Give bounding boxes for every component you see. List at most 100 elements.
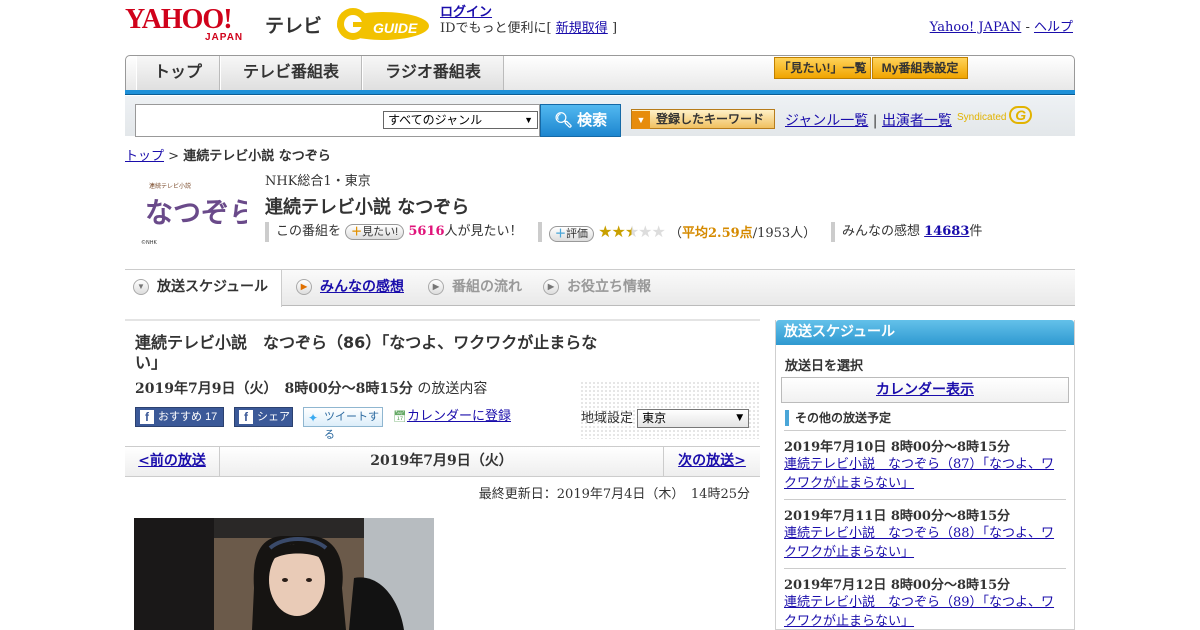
program-logo-title: なつぞら [145, 196, 247, 229]
episode-date: 2019年7月9日（火） 8時00分～8時15分 [135, 381, 413, 397]
schedule-item-date: 2019年7月10日 8時00分～8時15分 [784, 440, 1011, 455]
nav-tab-tv-schedule[interactable]: テレビ番組表 [220, 56, 362, 92]
subtab-impressions[interactable]: ▶ みんなの感想 [288, 270, 418, 305]
star-empty-icon: ★ [638, 222, 652, 241]
plus-icon: ＋ [555, 228, 566, 240]
select-day-label: 放送日を選択 [785, 359, 864, 374]
nav-tab-radio-schedule[interactable]: ラジオ番組表 [362, 56, 504, 92]
calendar-register-link[interactable]: カレンダーに登録 [407, 408, 511, 423]
want-to-watch-stat: この番組を ＋見たい! 5616人が見たい！ [265, 222, 523, 242]
average-score: 平均2.59点 [682, 226, 753, 241]
chevron-down-icon: ▼ [133, 279, 149, 296]
region-label: 地域設定 [581, 411, 634, 426]
syndicated-badge: Syndicated G [957, 106, 1033, 124]
program-logo-credit: ©NHK [141, 239, 158, 246]
help-link[interactable]: ヘルプ [1034, 20, 1073, 35]
breadcrumb-current: 連続テレビ小説 なつぞら [183, 149, 331, 164]
rate-button[interactable]: ＋評価 [549, 226, 594, 242]
last-updated: 最終更新日：2019年7月4日（木） 14時25分 [478, 487, 750, 502]
star-full-icon: ★ [611, 222, 625, 241]
yahoo-japan-link[interactable]: Yahoo! JAPAN [930, 20, 1022, 35]
impressions-unit: 件 [969, 224, 983, 239]
impressions-count-link[interactable]: 14683 [924, 224, 969, 239]
signup-link[interactable]: 新規取得 [556, 21, 608, 36]
subtab-program-flow[interactable]: ▶ 番組の流れ [420, 270, 530, 305]
region-select[interactable]: 東京 ▼ [637, 409, 750, 428]
chevron-right-icon: ▶ [543, 279, 559, 296]
breadcrumb-top[interactable]: トップ [125, 149, 164, 164]
episode-photo [134, 518, 434, 630]
schedule-item: 2019年7月12日 8時00分～8時15分 連続テレビ小説 なつぞら（89）「… [784, 568, 1066, 630]
schedule-sidebar: 放送スケジュール 放送日を選択 カレンダー表示 その他の放送予定 2019年7月… [775, 320, 1075, 630]
subtab-schedule[interactable]: ▼ 放送スケジュール [125, 270, 282, 307]
region-value: 東京 [642, 411, 667, 425]
facebook-share-button[interactable]: f シェア [234, 407, 293, 427]
rate-button-label: 評価 [566, 228, 588, 240]
login-link[interactable]: ログイン [440, 5, 492, 20]
tweet-button[interactable]: ✦ ツイートする [303, 407, 383, 441]
want-pre-text: この番組を [276, 224, 342, 239]
subtab-useful-info[interactable]: ▶ お役立ち情報 [535, 270, 665, 305]
twitter-bird-icon: ✦ [308, 411, 319, 425]
recommend-label: おすすめ [158, 411, 202, 423]
schedule-item-link[interactable]: 連続テレビ小説 なつぞら（88）「なつよ、ワクワクが止まらない」 [784, 526, 1054, 560]
subtab-schedule-label: 放送スケジュール [157, 278, 269, 294]
episode-title: 連続テレビ小説 なつぞら（86）「なつよ、ワクワクが止まらない」 [135, 333, 598, 372]
service-name: テレビ [265, 16, 323, 37]
search-links-divider: | [872, 113, 878, 129]
search-links: ジャンル一覧 | 出演者一覧 [785, 110, 952, 130]
breadcrumb-sep: > [168, 149, 180, 164]
prev-broadcast-link[interactable]: <前の放送 [125, 447, 220, 476]
performer-list-link[interactable]: 出演者一覧 [882, 113, 952, 129]
chevron-down-icon: ▼ [736, 413, 744, 423]
calendar-icon: 📅︎ [393, 411, 407, 423]
chevron-down-icon: ▼ [524, 115, 533, 125]
yahoo-japan-tv-logo[interactable]: YAHOO! JAPAN テレビ [125, 4, 325, 44]
nav-accent-bar [125, 90, 1075, 95]
share-label: シェア [257, 411, 290, 423]
calendar-register[interactable]: 📅︎カレンダーに登録 [393, 407, 523, 427]
next-broadcast-link[interactable]: 次の放送> [663, 447, 760, 476]
recommend-count: 17 [205, 411, 218, 423]
mitai-list-button[interactable]: 「見たい!」一覧 [774, 57, 871, 79]
registered-keyword-button[interactable]: ▼ 登録したキーワード [631, 109, 775, 129]
genre-list-link[interactable]: ジャンル一覧 [785, 113, 868, 129]
rating-stars: ★★★★★ [598, 222, 666, 241]
chevron-right-icon: ▶ [296, 279, 312, 296]
chevron-right-icon: ▶ [428, 279, 444, 296]
search-button[interactable]: 🔍︎ 検索 [540, 104, 621, 137]
star-full-icon: ★ [598, 222, 612, 241]
channel-name: NHK総合1・東京 [265, 174, 371, 189]
login-sub-pre: IDでもっと便利に[ [440, 21, 552, 36]
schedule-item-date: 2019年7月11日 8時00分～8時15分 [784, 509, 1011, 524]
yahoo-logo-text: YAHOO! [125, 4, 233, 35]
login-area: ログイン IDでもっと便利に[ 新規取得 ] [440, 5, 617, 37]
program-logo-caption: 連続テレビ小説 [149, 182, 191, 190]
episode-airtime: 2019年7月9日（火） 8時00分～8時15分 の放送内容 [135, 378, 487, 398]
schedule-item-link[interactable]: 連続テレビ小説 なつぞら（87）「なつよ、ワクワクが止まらない」 [784, 457, 1054, 491]
calendar-display-button[interactable]: カレンダー表示 [781, 377, 1069, 403]
other-schedule-list: 2019年7月10日 8時00分～8時15分 連続テレビ小説 なつぞら（87）「… [784, 430, 1066, 630]
subtab-impressions-label[interactable]: みんなの感想 [320, 278, 404, 294]
nav-tab-top[interactable]: トップ [136, 56, 220, 92]
want-button-label: 見たい! [362, 226, 399, 238]
episode-box: 連続テレビ小説 なつぞら（86）「なつよ、ワクワクが止まらない」 2019年7月… [125, 319, 760, 441]
want-to-watch-button[interactable]: ＋見たい! [345, 224, 405, 240]
program-subtabs: ▼ 放送スケジュール ▶ みんなの感想 ▶ 番組の流れ ▶ お役立ち情報 [125, 269, 1075, 307]
program-stats: この番組を ＋見たい! 5616人が見たい！ ＋評価 ★★★★★ （平均2.59… [265, 222, 1085, 242]
tweet-label: ツイートする [324, 411, 379, 441]
my-program-settings-button[interactable]: My番組表設定 [872, 57, 968, 79]
schedule-item-link[interactable]: 連続テレビ小説 なつぞら（89）「なつよ、ワクワクが止まらない」 [784, 595, 1054, 629]
schedule-item: 2019年7月11日 8時00分～8時15分 連続テレビ小説 なつぞら（88）「… [784, 499, 1066, 568]
keyword-button-label: 登録したキーワード [656, 112, 765, 126]
facebook-recommend-button[interactable]: f おすすめ 17 [135, 407, 224, 427]
schedule-item: 2019年7月10日 8時00分～8時15分 連続テレビ小説 なつぞら（87）「… [784, 430, 1066, 499]
program-logo-image: 連続テレビ小説 なつぞら ©NHK [139, 178, 247, 246]
genre-select[interactable]: すべてのジャンル ▼ [383, 111, 538, 129]
search-row: すべてのジャンル ▼ 🔍︎ 検索 ▼ 登録したキーワード ジャンル一覧 | 出演者… [125, 96, 1075, 137]
episode-main: 連続テレビ小説 なつぞら（86）「なつよ、ワクワクが止まらない」 2019年7月… [125, 319, 760, 630]
gguide-small-logo: G [1009, 106, 1033, 124]
rating-count: /1953人） [752, 226, 817, 241]
facebook-icon: f [140, 410, 154, 424]
calendar-display-link[interactable]: カレンダー表示 [876, 382, 974, 398]
